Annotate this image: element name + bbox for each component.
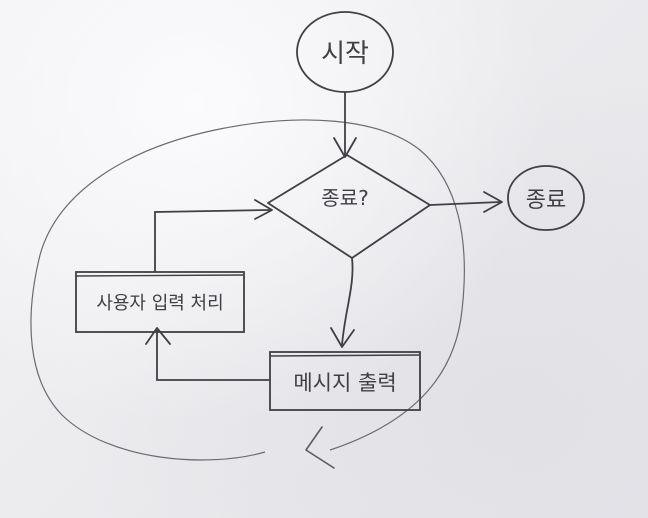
- process-input-label: 사용자 입력 처리: [96, 293, 223, 314]
- arrow-decision-to-output: [341, 257, 354, 346]
- whiteboard: 시작 종료? 종료 메시지 출력 사용자 입력 처리: [0, 0, 648, 518]
- end-label: 종료: [526, 188, 566, 213]
- arrow-input-to-decision: [154, 209, 271, 272]
- arrow-decision-to-end: [429, 201, 501, 206]
- arrow-output-to-input: [156, 330, 270, 381]
- decision-node: 종료?: [267, 154, 431, 259]
- loop-arrowhead: [305, 426, 335, 469]
- end-node: 종료: [507, 165, 585, 231]
- start-node: 시작: [296, 11, 394, 93]
- loop-curve: [30, 119, 465, 461]
- flowchart: 시작 종료? 종료 메시지 출력 사용자 입력 처리: [30, 11, 585, 469]
- decision-label: 종료?: [321, 186, 368, 210]
- process-output-label: 메시지 출력: [293, 371, 396, 395]
- start-label: 시작: [321, 39, 369, 69]
- process-input: 사용자 입력 처리: [75, 271, 245, 333]
- process-output: 메시지 출력: [269, 351, 421, 411]
- arrowhead-output-to-input: [145, 327, 171, 345]
